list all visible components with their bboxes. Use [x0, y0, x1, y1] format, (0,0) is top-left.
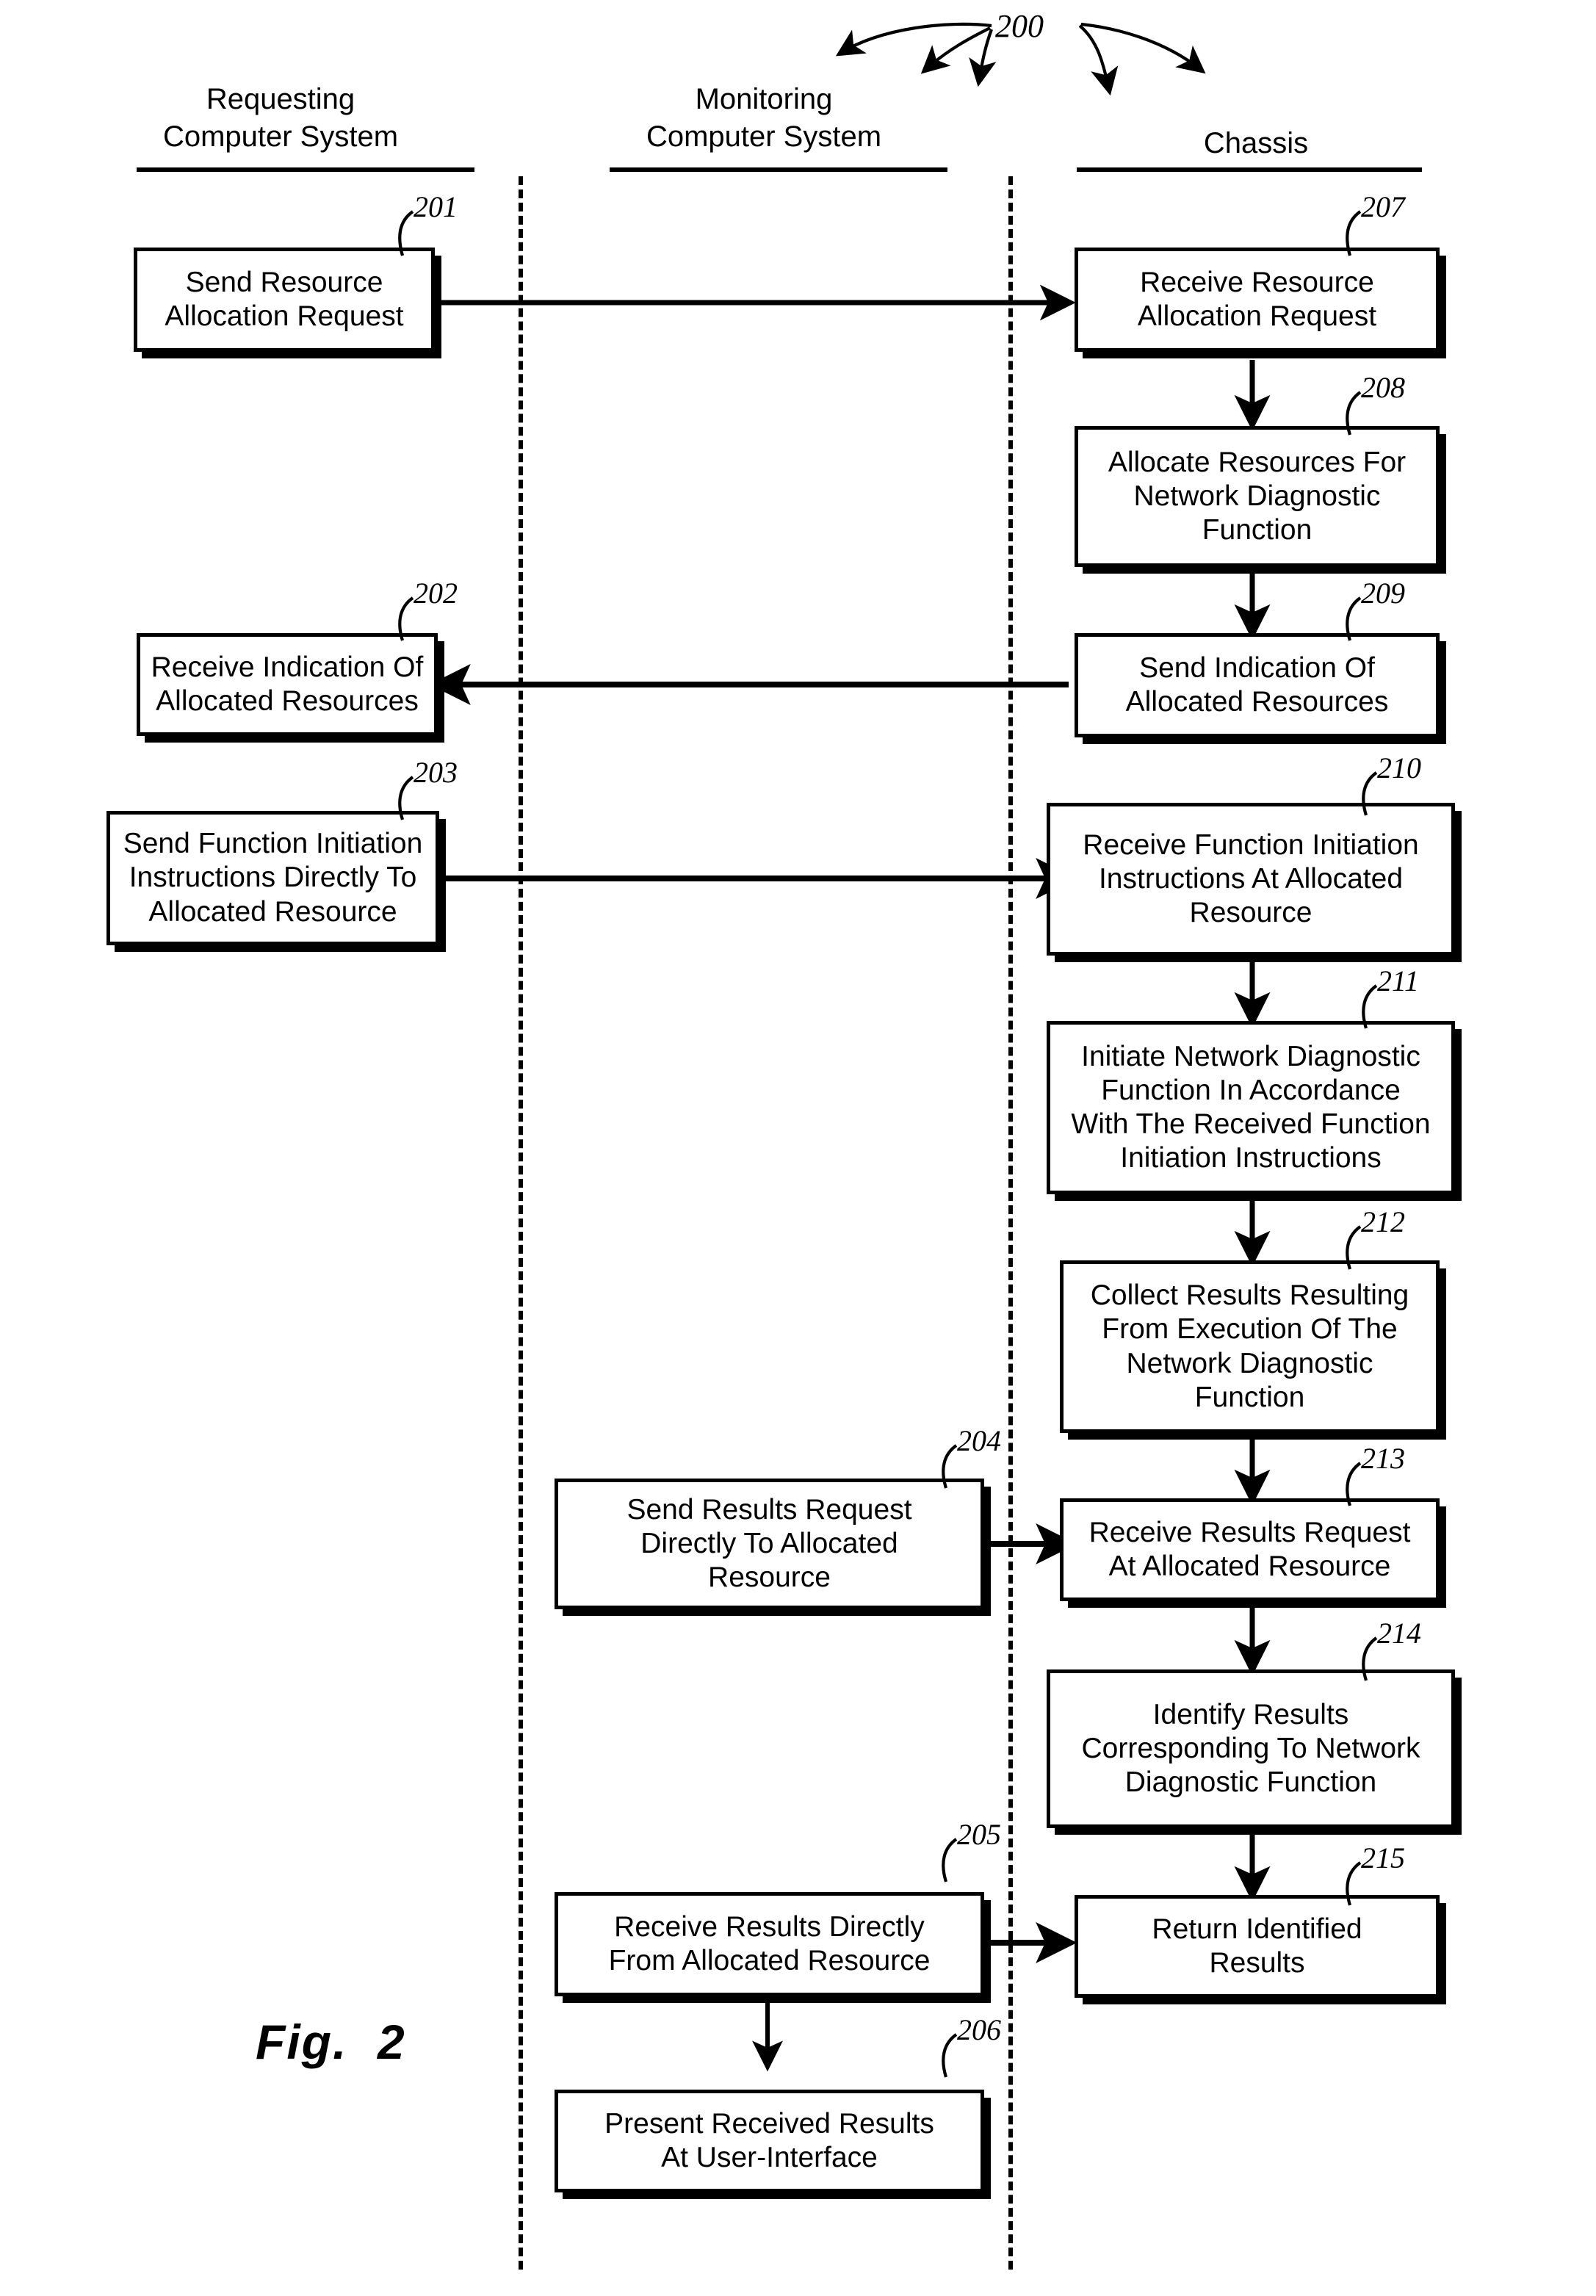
figure-ref-200-label: 200: [995, 8, 1044, 44]
step-box-205[interactable]: Receive Results Directly From Allocated …: [555, 1892, 984, 1996]
step-ref-210: 210: [1377, 751, 1421, 784]
step-box-215[interactable]: Return Identified Results: [1075, 1895, 1440, 1998]
step-ref-204: 204: [957, 1424, 1001, 1457]
step-box-214[interactable]: Identify Results Corresponding To Networ…: [1047, 1669, 1455, 1828]
figure-caption: Fig. 2: [256, 2015, 406, 2069]
patent-figure-page: 200 Requesting Computer System Monitorin…: [0, 0, 1596, 2296]
lane-rule-monitoring: [610, 167, 947, 172]
lane-header-requesting: Requesting Computer System: [162, 83, 399, 154]
step-ref-209: 209: [1361, 577, 1405, 610]
step-box-201[interactable]: Send Resource Allocation Request: [134, 248, 435, 352]
lane-header-chassis: Chassis: [1203, 127, 1309, 159]
lane-rule-chassis: [1077, 167, 1422, 172]
step-ref-212: 212: [1361, 1205, 1405, 1238]
step-box-202[interactable]: Receive Indication Of Allocated Resource…: [137, 633, 438, 736]
step-box-209[interactable]: Send Indication Of Allocated Resources: [1075, 633, 1440, 737]
step-ref-214: 214: [1377, 1617, 1421, 1650]
step-box-210[interactable]: Receive Function Initiation Instructions…: [1047, 803, 1455, 956]
step-ref-213: 213: [1361, 1442, 1405, 1475]
step-box-207[interactable]: Receive Resource Allocation Request: [1075, 248, 1440, 352]
step-ref-215: 215: [1361, 1841, 1405, 1874]
step-ref-208: 208: [1361, 371, 1405, 404]
step-box-203[interactable]: Send Function Initiation Instructions Di…: [106, 811, 439, 945]
step-box-211[interactable]: Initiate Network Diagnostic Function In …: [1047, 1021, 1455, 1194]
step-ref-202: 202: [414, 577, 458, 610]
lane-divider-right: [1008, 176, 1013, 2270]
step-box-212[interactable]: Collect Results Resulting From Execution…: [1060, 1260, 1440, 1433]
step-ref-205: 205: [957, 1818, 1001, 1851]
lane-rule-requesting: [137, 167, 474, 172]
step-box-213[interactable]: Receive Results Request At Allocated Res…: [1060, 1498, 1440, 1601]
step-box-208[interactable]: Allocate Resources For Network Diagnosti…: [1075, 426, 1440, 567]
step-ref-201: 201: [414, 190, 458, 223]
lane-header-monitoring: Monitoring Computer System: [646, 83, 882, 154]
step-ref-203: 203: [414, 756, 458, 789]
step-box-204[interactable]: Send Results Request Directly To Allocat…: [555, 1479, 984, 1609]
step-box-206[interactable]: Present Received Results At User-Interfa…: [555, 2090, 984, 2192]
lane-divider-left: [519, 176, 523, 2270]
step-ref-207: 207: [1361, 190, 1405, 223]
step-ref-211: 211: [1377, 964, 1420, 997]
step-ref-206: 206: [957, 2013, 1001, 2046]
